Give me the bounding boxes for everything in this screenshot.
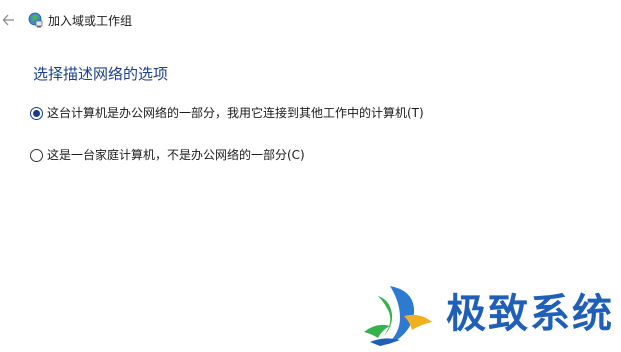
option-office-network-label[interactable]: 这台计算机是办公网络的一部分，我用它连接到其他工作中的计算机(T) — [47, 105, 424, 121]
page-heading: 选择描述网络的选项 — [33, 65, 169, 83]
window-title: 加入域或工作组 — [48, 14, 133, 28]
radio-home-computer[interactable] — [30, 148, 43, 162]
option-office-network[interactable]: 这台计算机是办公网络的一部分，我用它连接到其他工作中的计算机(T) — [30, 104, 424, 122]
watermark: 极致系统 — [360, 282, 620, 350]
radio-office-network[interactable] — [30, 106, 43, 120]
option-home-computer-label[interactable]: 这是一台家庭计算机，不是办公网络的一部分(C) — [47, 147, 305, 163]
join-domain-window: 加入域或工作组 选择描述网络的选项 这台计算机是办公网络的一部分，我用它连接到其… — [0, 0, 621, 352]
back-arrow-icon[interactable] — [2, 12, 16, 28]
dragon-logo-icon — [360, 282, 440, 348]
option-home-computer[interactable]: 这是一台家庭计算机，不是办公网络的一部分(C) — [30, 146, 305, 164]
network-globe-icon — [27, 12, 43, 28]
watermark-text: 极致系统 — [446, 291, 614, 337]
title-bar: 加入域或工作组 — [0, 8, 621, 36]
